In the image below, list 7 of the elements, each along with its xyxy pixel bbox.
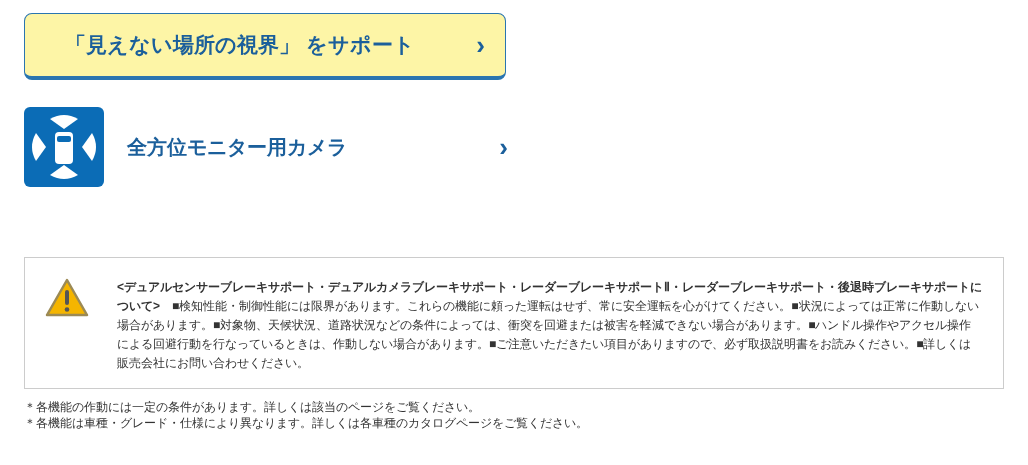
footnote-text: ＊各機能は車種・グレード・仕様により異なります。詳しくは各車種のカタログページをご覧ください。 [24,415,588,431]
notice-text: <デュアルセンサーブレーキサポート・デュアルカメラブレーキサポート・レーダーブレーキサポートⅡ・レーダーブレーキサポート・後退時ブレーキサポートについて> ■検知性能・制御性能には限界があります。これらの機能に頼った運転はせず、常に安全運転を心がけてください。■状況によっては正常に作動しない場合があります。■対象物、天候状況、道路状況などの条件によっては、衝突を回避または被害を軽減できない場合があります。■ハンドル操作やアクセル操作による回避行動を行なっているときは、作動しない場合があります。■ご注意いただきたい項目がありますので、必ず取扱説明書をお読みください。■詳しくは販売会社にお問い合わせください。 [117,279,983,372]
warning-icon [45,278,89,318]
camera-view-icon [24,107,104,187]
footnote-text: ＊各機能の作動には一定の条件があります。詳しくは該当のページをご覧ください。 [24,399,480,415]
feature-link[interactable]: 全方位モニター用カメラ › [127,132,508,162]
support-button[interactable]: 「見えない場所の視界」 をサポート › [24,13,506,80]
